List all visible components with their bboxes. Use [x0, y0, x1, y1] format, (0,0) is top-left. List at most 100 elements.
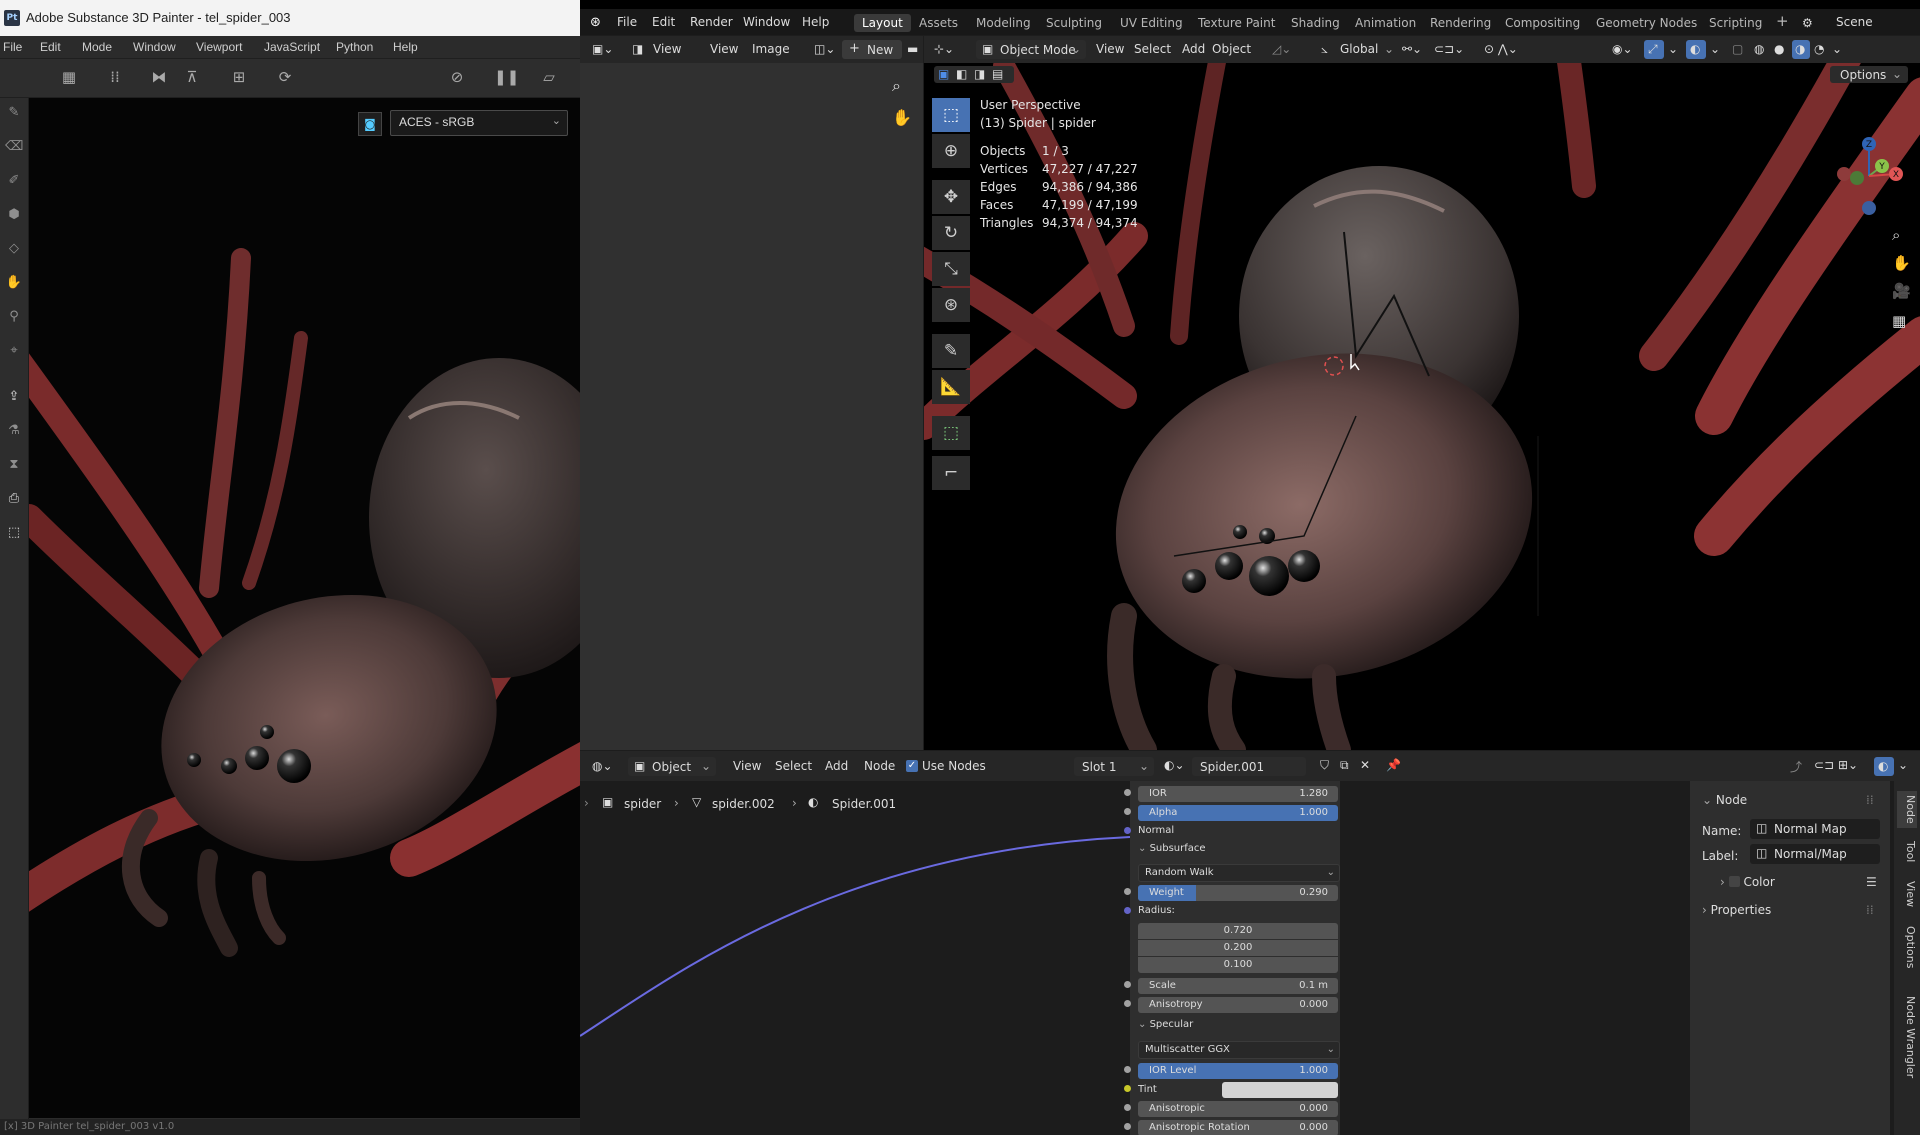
- tint-socket[interactable]: [1124, 1085, 1131, 1092]
- properties-panel[interactable]: › Properties: [1702, 903, 1771, 917]
- ne-menu-view[interactable]: View: [733, 759, 761, 773]
- sp-menu-viewport[interactable]: Viewport: [196, 40, 242, 54]
- brush-icon[interactable]: ✎: [5, 104, 23, 122]
- camera-frame-icon[interactable]: ▱: [540, 68, 558, 86]
- drag-handle-icon[interactable]: ⁞⁞: [1866, 793, 1874, 807]
- bl-menu-edit[interactable]: Edit: [652, 15, 675, 29]
- principled-bsdf-node[interactable]: IOR 1.280 Alpha 1.000 Normal ⌄ Subsurface …: [1124, 781, 1340, 1135]
- pivot-icon[interactable]: ⚯⌄: [1402, 42, 1422, 56]
- snap-icon[interactable]: ⊂⊐⌄: [1434, 42, 1464, 56]
- ne-menu-select[interactable]: Select: [775, 759, 812, 773]
- refresh-icon[interactable]: ⟳: [276, 68, 294, 86]
- tab-animation[interactable]: Animation: [1355, 16, 1416, 30]
- add-frame-icon[interactable]: ⊞: [230, 68, 248, 86]
- weight-socket[interactable]: [1124, 888, 1131, 895]
- bl-menu-render[interactable]: Render: [690, 15, 733, 29]
- add-cube-tool-icon[interactable]: ⬚: [932, 416, 970, 450]
- tab-sculpting[interactable]: Sculpting: [1046, 16, 1102, 30]
- tab-texture-paint[interactable]: Texture Paint: [1198, 16, 1275, 30]
- move-tool-icon[interactable]: ✥: [932, 180, 970, 214]
- zoom-view-icon[interactable]: ⌕: [1892, 226, 1900, 244]
- ne-editor-type-icon[interactable]: ◍⌄: [592, 759, 613, 773]
- radius-y-field[interactable]: 0.200: [1138, 940, 1338, 956]
- material-name-field[interactable]: Spider.001: [1192, 757, 1306, 776]
- tab-tool[interactable]: Tool: [1897, 841, 1917, 862]
- pan-hand-icon[interactable]: ✋: [892, 108, 914, 130]
- vp-menu-add[interactable]: Add: [1182, 42, 1205, 56]
- proportional-edit-icon[interactable]: ⊙ ⋀⌄: [1484, 42, 1518, 56]
- radius-x-field[interactable]: 0.720: [1138, 923, 1338, 939]
- select-invert-icon[interactable]: ▤: [992, 67, 1003, 81]
- tab-compositing[interactable]: Compositing: [1505, 16, 1580, 30]
- ne-overlay-toggle-icon[interactable]: ◐: [1874, 757, 1894, 776]
- scene-name[interactable]: Scene: [1836, 15, 1873, 29]
- sp-3d-viewport[interactable]: [29, 98, 580, 1118]
- cube-icon[interactable]: ⬚: [5, 524, 23, 542]
- select-box-tool-icon[interactable]: ⬚: [932, 98, 970, 132]
- use-nodes-checkbox[interactable]: ✓: [906, 760, 918, 772]
- shading-material-icon[interactable]: ◑: [1792, 40, 1810, 59]
- tab-options[interactable]: Options: [1897, 926, 1917, 968]
- tab-modeling[interactable]: Modeling: [976, 16, 1031, 30]
- transform-orientation-icon[interactable]: ⦣: [1321, 42, 1328, 57]
- shader-node-editor[interactable]: ◍⌄ ▣ Object ⌄ View Select Add Node ✓ Use…: [580, 751, 1920, 1135]
- parent-node-icon[interactable]: ⤴: [1790, 758, 1802, 775]
- grid-icon[interactable]: ▦: [60, 68, 78, 86]
- vp-menu-view[interactable]: View: [1096, 42, 1124, 56]
- tab-shading[interactable]: Shading: [1291, 16, 1340, 30]
- scale-field[interactable]: Scale 0.1 m: [1138, 978, 1338, 994]
- weight-field[interactable]: Weight 0.290: [1138, 885, 1338, 901]
- tint-color-swatch[interactable]: [1222, 1082, 1338, 1098]
- image-editor[interactable]: ▣⌄ ◨ View View Image ◫⌄ + New ▬ ⌕ ✋: [580, 36, 923, 750]
- anisotropy-field[interactable]: Anisotropy 0.000: [1138, 997, 1338, 1013]
- image-browse-icon[interactable]: ◫⌄: [814, 42, 835, 56]
- options-dropdown[interactable]: Options ⌄: [1830, 66, 1908, 83]
- polygon-fill-icon[interactable]: ◇: [5, 240, 23, 258]
- sp-menu-python[interactable]: Python: [336, 40, 373, 54]
- measure-tool-icon[interactable]: 📐: [932, 370, 970, 404]
- shading-solid-icon[interactable]: ●: [1774, 42, 1784, 56]
- extra-tool-icon[interactable]: ⌐: [932, 456, 970, 490]
- ie-menu-image[interactable]: Image: [752, 42, 790, 56]
- cursor-tool-icon[interactable]: ⊕: [932, 134, 970, 168]
- transform-orientation-label[interactable]: Global: [1340, 42, 1378, 56]
- vp-header-icon[interactable]: ◿⌄: [1272, 42, 1291, 56]
- tab-geometry-nodes[interactable]: Geometry Nodes: [1596, 16, 1697, 30]
- node-panel-header[interactable]: ⌄ Node: [1702, 793, 1747, 807]
- ie-menu-view[interactable]: View: [710, 42, 738, 56]
- tab-view[interactable]: View: [1897, 881, 1917, 907]
- eraser-icon[interactable]: ⌫: [5, 138, 23, 156]
- select-subtract-icon[interactable]: ◨: [974, 67, 985, 81]
- overlay-dropdown-icon[interactable]: ⌄: [1710, 42, 1720, 56]
- shading-wireframe-icon[interactable]: ◍: [1754, 42, 1764, 56]
- bl-menu-help[interactable]: Help: [802, 15, 829, 29]
- tab-assets[interactable]: Assets: [919, 16, 958, 30]
- node-grid-icon[interactable]: ⊞⌄: [1838, 758, 1858, 772]
- rotate-tool-icon[interactable]: ↻: [932, 216, 970, 250]
- overlay-toggle-icon[interactable]: ◐: [1686, 40, 1706, 59]
- scale-socket[interactable]: [1124, 981, 1131, 988]
- tab-rendering[interactable]: Rendering: [1430, 16, 1491, 30]
- tab-node[interactable]: Node: [1897, 791, 1917, 828]
- pin-icon[interactable]: 📌: [1386, 758, 1401, 772]
- selection-mode-group[interactable]: ▣ ◧ ◨ ▤: [934, 66, 1014, 83]
- slot-select[interactable]: Slot 1 ⌄: [1074, 757, 1154, 776]
- specular-method-select[interactable]: Multiscatter GGX ⌄: [1138, 1041, 1340, 1059]
- geometry-fill-icon[interactable]: ⬢: [5, 206, 23, 224]
- new-image-button[interactable]: + New: [842, 40, 902, 59]
- anisotropy-socket[interactable]: [1124, 1000, 1131, 1007]
- measure-icon[interactable]: ⧗: [5, 456, 23, 474]
- anisotropic-rotation-socket[interactable]: [1124, 1123, 1131, 1130]
- sp-menu-window[interactable]: Window: [133, 40, 176, 54]
- tab-node-wrangler[interactable]: Node Wrangler: [1897, 996, 1917, 1078]
- tab-layout[interactable]: Layout: [854, 14, 911, 32]
- dots-grid-icon[interactable]: ⁞⁞: [106, 68, 124, 86]
- bl-menu-file[interactable]: File: [617, 15, 637, 29]
- vp-menu-select[interactable]: Select: [1134, 42, 1171, 56]
- visibility-icon[interactable]: ◉⌄: [1612, 42, 1633, 56]
- object-mode-select[interactable]: ▣ Object Mode ⌄: [976, 40, 1086, 59]
- material-browse-icon[interactable]: ◐⌄: [1164, 758, 1185, 772]
- tab-scripting[interactable]: Scripting: [1709, 16, 1762, 30]
- node-label-field[interactable]: ◫ Normal/Map: [1750, 844, 1880, 864]
- xray-icon[interactable]: ▢: [1732, 42, 1743, 56]
